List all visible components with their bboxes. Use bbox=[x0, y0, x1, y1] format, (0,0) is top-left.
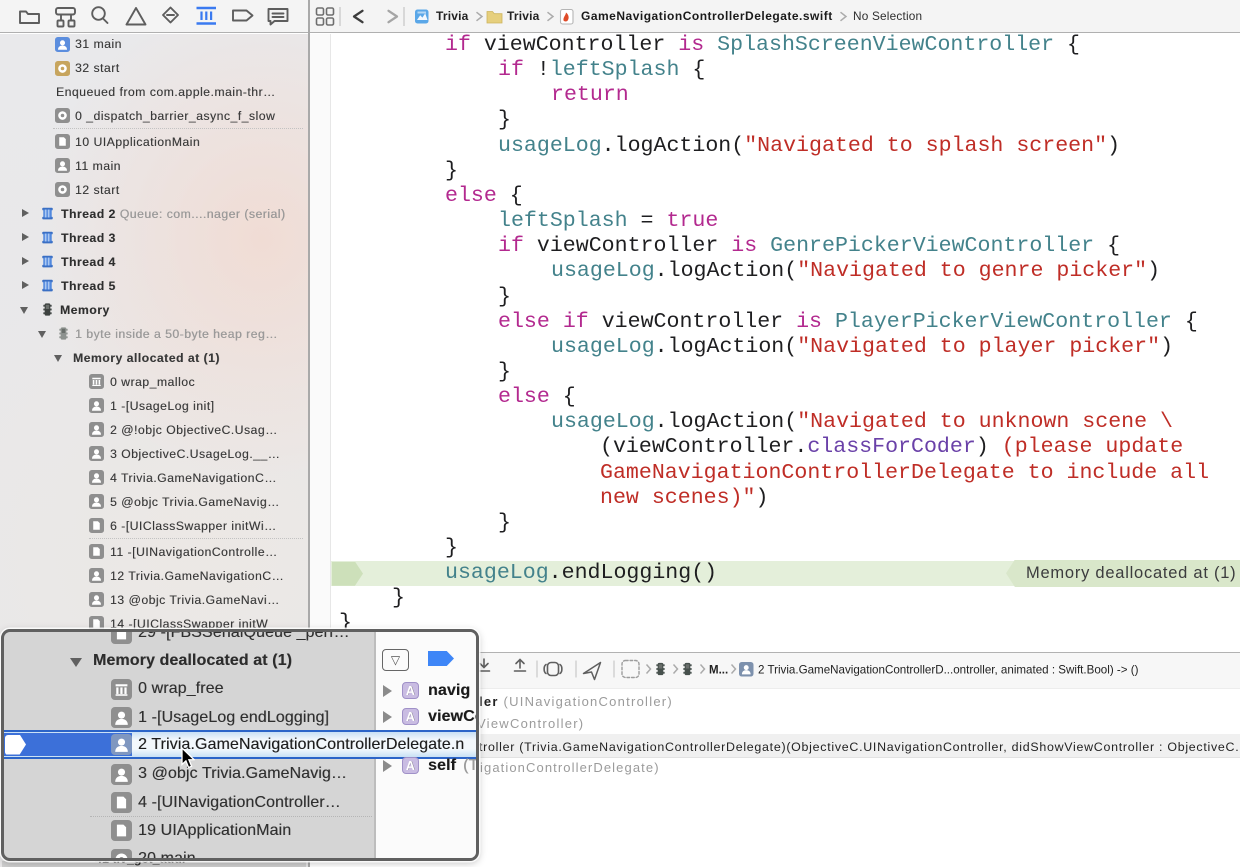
svg-text:2 Trivia.GameNavigationControl: 2 Trivia.GameNavigationControllerD...ont… bbox=[758, 664, 1139, 677]
svg-text:M...: M... bbox=[709, 665, 728, 677]
